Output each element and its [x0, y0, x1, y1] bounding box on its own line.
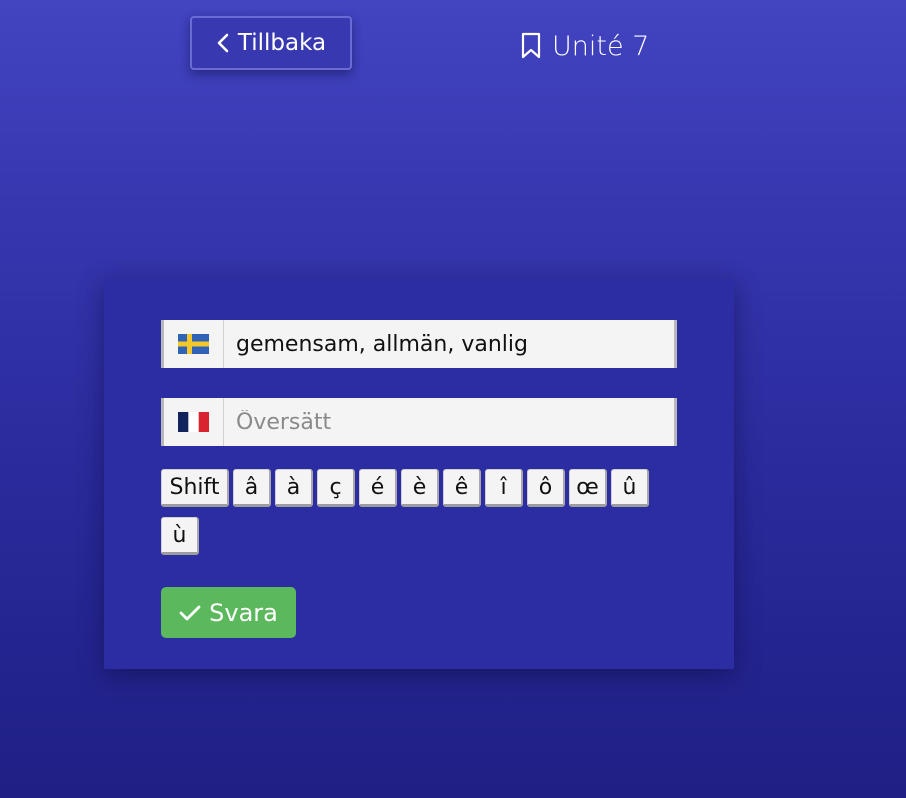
char-key[interactable]: ç [317, 469, 355, 507]
source-word-text: gemensam, allmän, vanlig [236, 331, 528, 357]
char-key[interactable]: è [401, 469, 439, 507]
char-key[interactable]: î [485, 469, 523, 507]
char-key[interactable]: û [611, 469, 649, 507]
char-key[interactable]: é [359, 469, 397, 507]
translation-input[interactable] [224, 398, 674, 446]
source-word-field: gemensam, allmän, vanlig [161, 320, 677, 368]
answer-button[interactable]: Svara [161, 587, 296, 638]
back-button-label: Tillbaka [237, 30, 327, 56]
france-flag-icon [164, 398, 224, 446]
chevron-left-icon [216, 33, 230, 53]
char-key[interactable]: à [275, 469, 313, 507]
char-key[interactable]: ê [443, 469, 481, 507]
shift-key[interactable]: Shift [161, 469, 229, 507]
char-key[interactable]: â [233, 469, 271, 507]
translation-card: gemensam, allmän, vanlig Shift â à ç é è… [104, 279, 734, 669]
answer-button-label: Svara [209, 598, 278, 627]
char-key[interactable]: œ [569, 469, 607, 507]
translation-field[interactable] [161, 398, 677, 446]
char-key[interactable]: ù [161, 517, 199, 555]
unit-title-text: Unité 7 [552, 30, 650, 62]
sweden-flag-icon [164, 320, 224, 368]
char-key[interactable]: ô [527, 469, 565, 507]
back-button[interactable]: Tillbaka [190, 16, 352, 70]
checkmark-icon [179, 604, 201, 622]
bookmark-icon [520, 32, 542, 60]
unit-title: Unité 7 [520, 26, 649, 66]
